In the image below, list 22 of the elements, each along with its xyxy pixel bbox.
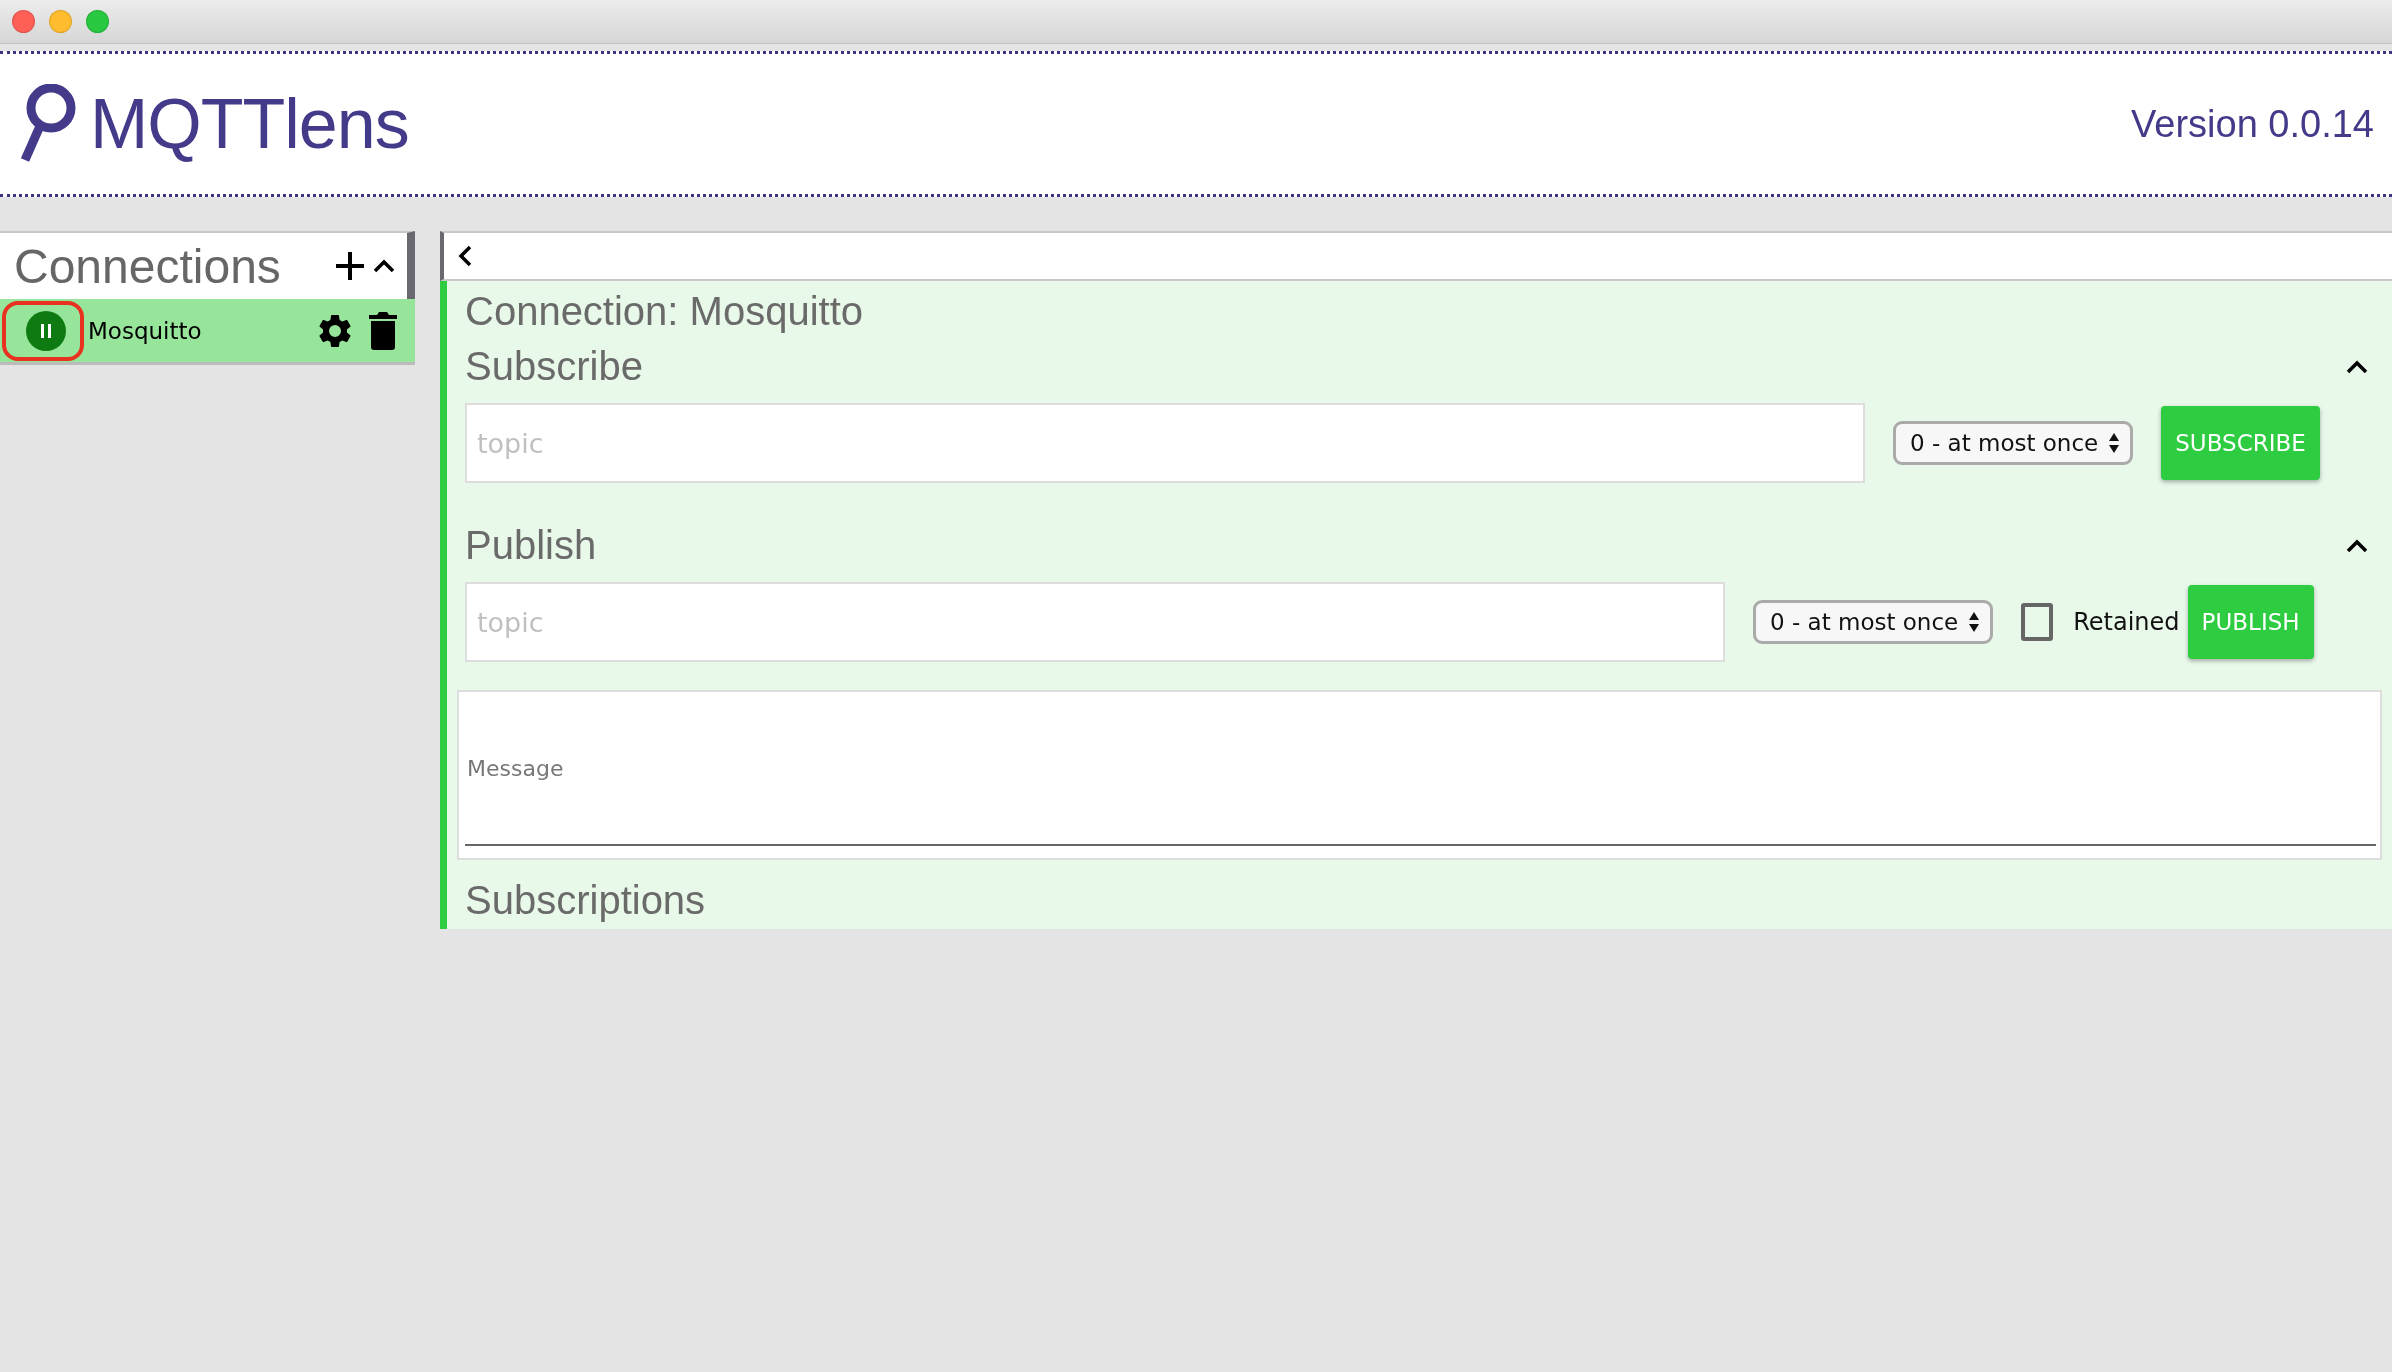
pause-icon xyxy=(39,322,53,339)
connection-name: Mosquitto xyxy=(88,317,203,344)
publish-heading: Publish xyxy=(464,523,597,568)
subscribe-heading: Subscribe xyxy=(464,344,643,389)
version-label: Version 0.0.14 xyxy=(2131,102,2374,146)
subscriptions-heading: Subscriptions xyxy=(464,878,707,923)
connection-title: Connection: Mosquitto xyxy=(464,289,864,334)
pause-button[interactable] xyxy=(26,310,66,351)
connections-title: Connections xyxy=(14,238,282,294)
magnifier-logo-icon xyxy=(18,84,78,164)
retained-label: Retained xyxy=(2073,608,2180,636)
message-field[interactable]: Message xyxy=(457,690,2382,860)
close-window-button[interactable] xyxy=(12,10,35,33)
topic-field[interactable]: topic xyxy=(465,582,1725,662)
topic-field[interactable]: topic xyxy=(465,403,1865,483)
qos-select[interactable]: 0 - at most once xyxy=(1893,421,2134,465)
up-down-arrows-icon xyxy=(2108,432,2121,454)
connection-item[interactable]: Mosquitto xyxy=(0,299,415,365)
up-down-arrows-icon xyxy=(1968,611,1981,633)
qos-select[interactable]: 0 - at most once xyxy=(1753,600,1994,644)
app-name: MQTTlens xyxy=(90,84,409,164)
retained-checkbox[interactable] xyxy=(2021,603,2054,641)
